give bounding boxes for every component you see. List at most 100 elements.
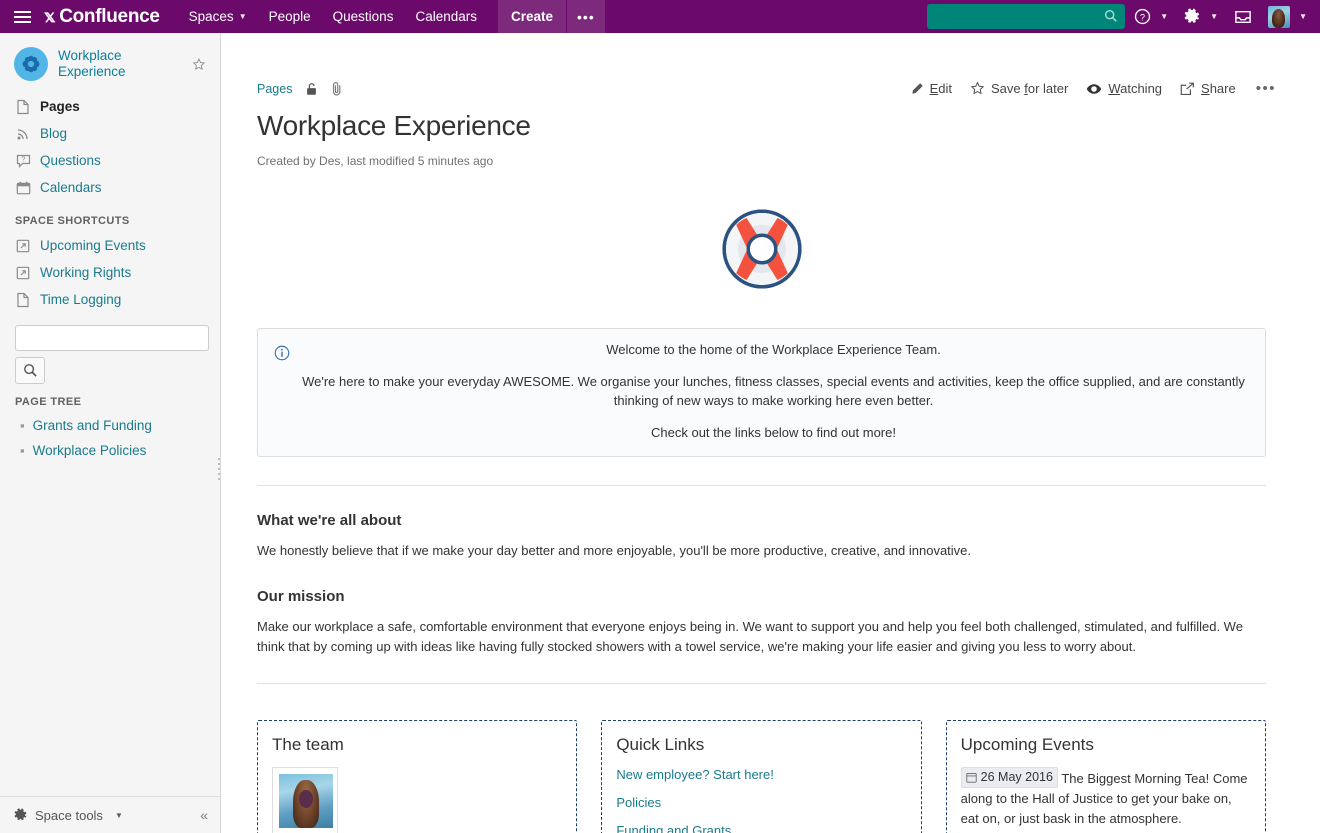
confluence-mark-icon: 𝕩 xyxy=(44,7,55,27)
sidebar-nav-list: Pages Blog ? Questions xyxy=(0,93,220,203)
event-date-label: 26 May 2016 xyxy=(981,768,1053,787)
page-tree-item-label: Workplace Policies xyxy=(33,443,147,458)
page-tree-item-workplace-policies[interactable]: ▪ Workplace Policies xyxy=(0,438,220,463)
quick-link-funding-and-grants[interactable]: Funding and Grants xyxy=(616,823,906,833)
info-line-1: Welcome to the home of the Workplace Exp… xyxy=(298,341,1249,360)
create-more-label: ••• xyxy=(577,9,595,25)
svg-text:?: ? xyxy=(1140,12,1145,22)
space-tools-button[interactable]: Space tools ▼ xyxy=(14,808,123,823)
avatar xyxy=(1268,6,1290,28)
eye-icon xyxy=(1086,83,1102,95)
sidebar-item-upcoming-events[interactable]: Upcoming Events xyxy=(0,232,220,259)
nav-item-calendars-label: Calendars xyxy=(415,9,477,24)
calendar-icon xyxy=(966,772,977,783)
sidebar-item-calendars-label: Calendars xyxy=(40,180,102,195)
page-tree-item-grants-and-funding[interactable]: ▪ Grants and Funding xyxy=(0,413,220,438)
sidebar-item-blog[interactable]: Blog xyxy=(0,120,220,147)
section-divider xyxy=(257,683,1266,684)
page-body: Workplace Experience Pages xyxy=(0,33,1320,833)
quick-link-new-employee[interactable]: New employee? Start here! xyxy=(616,767,906,782)
notifications-button[interactable] xyxy=(1227,0,1259,33)
watching-button[interactable]: Watching xyxy=(1086,81,1162,96)
space-logo-icon xyxy=(14,47,48,81)
quick-link-policies[interactable]: Policies xyxy=(616,795,906,810)
nav-item-questions-label: Questions xyxy=(333,9,394,24)
nav-item-questions[interactable]: Questions xyxy=(322,0,405,33)
sidebar-search-button[interactable] xyxy=(15,357,45,384)
section-body-about: We honestly believe that if we make your… xyxy=(257,541,1266,561)
nav-item-spaces[interactable]: Spaces ▼ xyxy=(178,0,258,33)
info-panel: Welcome to the home of the Workplace Exp… xyxy=(257,328,1266,457)
top-navigation-bar: 𝕩 Confluence Spaces ▼ People Questions C… xyxy=(0,0,1320,33)
question-bubble-icon: ? xyxy=(15,153,31,169)
sidebar-item-pages[interactable]: Pages xyxy=(0,93,220,120)
space-name-link[interactable]: Workplace Experience xyxy=(58,48,182,80)
calendar-icon xyxy=(15,180,31,196)
lifebuoy-icon xyxy=(719,206,805,292)
nav-item-people[interactable]: People xyxy=(258,0,322,33)
avatar xyxy=(279,774,333,828)
create-button[interactable]: Create xyxy=(498,0,567,33)
chevron-down-icon: ▼ xyxy=(1160,12,1168,21)
page-more-actions-button[interactable]: ••• xyxy=(1254,80,1276,97)
confluence-logo[interactable]: 𝕩 Confluence xyxy=(44,6,160,28)
event-date-badge[interactable]: 26 May 2016 xyxy=(961,767,1058,788)
page-icon xyxy=(15,292,31,308)
sidebar-item-time-logging-label: Time Logging xyxy=(40,292,121,307)
help-menu-button[interactable]: ? ▼ xyxy=(1127,0,1175,33)
watching-label: Watching xyxy=(1108,81,1162,96)
sidebar-item-questions[interactable]: ? Questions xyxy=(0,147,220,174)
panel-upcoming-events: Upcoming Events 26 May 2016 The Biggest … xyxy=(946,720,1266,833)
app-switcher-icon[interactable] xyxy=(0,0,44,33)
page-tree-item-label: Grants and Funding xyxy=(33,418,152,433)
top-navigation-right: ? ▼ ▼ ▼ xyxy=(927,0,1314,33)
page-action-toolbar: Edit Save for later Watching Share xyxy=(910,80,1276,97)
share-label: Share xyxy=(1201,81,1236,96)
panel-title-team: The team xyxy=(272,735,562,755)
event-item: 26 May 2016 The Biggest Morning Tea! Com… xyxy=(961,767,1251,830)
save-for-later-button[interactable]: Save for later xyxy=(970,81,1068,96)
breadcrumb-item-pages[interactable]: Pages xyxy=(257,82,292,96)
edit-button-label: Edit xyxy=(930,81,952,96)
external-link-icon xyxy=(15,265,31,281)
sidebar-search-input[interactable] xyxy=(15,325,209,351)
nav-item-calendars[interactable]: Calendars xyxy=(404,0,488,33)
sidebar-item-time-logging[interactable]: Time Logging xyxy=(0,286,220,313)
favourite-star-icon[interactable] xyxy=(192,57,206,72)
info-icon xyxy=(274,345,290,442)
svg-text:?: ? xyxy=(21,156,25,163)
hero-image xyxy=(257,206,1266,292)
page-content: Edit Save for later Watching Share xyxy=(221,33,1320,833)
tree-bullet-icon: ▪ xyxy=(20,419,25,432)
section-body-mission: Make our workplace a safe, comfortable e… xyxy=(257,617,1266,657)
inbox-icon xyxy=(1234,9,1252,25)
sidebar-search-area xyxy=(0,315,220,384)
nav-item-spaces-label: Spaces xyxy=(189,9,234,24)
page-tree-list: ▪ Grants and Funding ▪ Workplace Policie… xyxy=(0,413,220,463)
team-member-card[interactable]: Des xyxy=(272,767,338,833)
section-heading-about: What we're all about xyxy=(257,512,1266,529)
create-more-button[interactable]: ••• xyxy=(567,0,605,33)
edit-button[interactable]: Edit xyxy=(910,81,952,96)
chevron-down-icon: ▼ xyxy=(1299,12,1307,21)
attachment-icon[interactable] xyxy=(331,81,343,96)
sidebar-item-blog-label: Blog xyxy=(40,126,67,141)
user-profile-menu[interactable]: ▼ xyxy=(1261,0,1314,33)
search-icon xyxy=(1104,9,1118,23)
sidebar-item-calendars[interactable]: Calendars xyxy=(0,174,220,201)
external-link-icon xyxy=(15,238,31,254)
share-icon xyxy=(1180,82,1195,96)
create-button-group: Create ••• xyxy=(498,0,605,33)
collapse-sidebar-button[interactable]: « xyxy=(200,807,208,823)
unlock-icon[interactable] xyxy=(305,82,318,96)
share-button[interactable]: Share xyxy=(1180,81,1236,96)
global-search-box[interactable] xyxy=(927,4,1125,29)
nav-item-people-label: People xyxy=(269,9,311,24)
settings-menu-button[interactable]: ▼ xyxy=(1177,0,1225,33)
chevron-down-icon: ▼ xyxy=(239,12,247,21)
space-shortcuts-heading: SPACE SHORTCUTS xyxy=(0,203,220,232)
panel-the-team: The team Des xyxy=(257,720,577,833)
sidebar-item-working-rights[interactable]: Working Rights xyxy=(0,259,220,286)
search-input[interactable] xyxy=(927,4,1125,29)
sidebar-footer: Space tools ▼ « xyxy=(0,796,220,833)
